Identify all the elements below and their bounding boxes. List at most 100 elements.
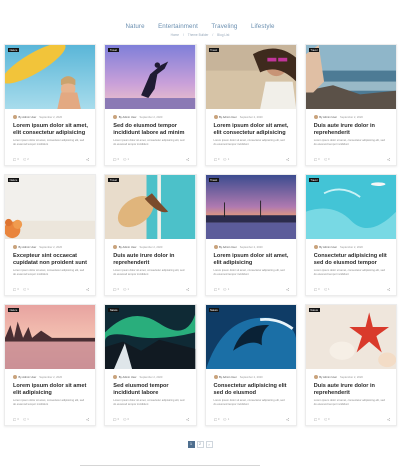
next-page-button[interactable]: ›	[205, 441, 213, 448]
category-tag[interactable]: Nature	[308, 308, 320, 313]
share-icon[interactable]	[386, 287, 390, 292]
author-name[interactable]: By Admin User	[119, 376, 137, 379]
post-thumbnail[interactable]	[105, 175, 196, 239]
category-tag[interactable]: Travel	[308, 178, 320, 183]
page-1-button[interactable]: 1	[187, 441, 195, 448]
post-title[interactable]: Consectetur adipisicing elit sed do eius…	[314, 253, 390, 268]
share-icon[interactable]	[286, 417, 290, 422]
comment-count[interactable]: 0	[13, 288, 19, 292]
category-tag[interactable]: Nature	[8, 308, 19, 313]
post-card[interactable]: Travel By Admin User September 2, 2020 Lore…	[204, 44, 297, 166]
comment-count[interactable]: 0	[213, 418, 219, 422]
comment-count[interactable]: 0	[313, 288, 320, 292]
share-icon[interactable]	[186, 417, 190, 422]
category-tag[interactable]: Nature	[8, 178, 19, 183]
share-icon[interactable]	[286, 157, 290, 162]
category-tag[interactable]: Travel	[108, 178, 119, 183]
post-thumbnail[interactable]	[105, 305, 196, 369]
post-title[interactable]: Lorem ipsum dolor sit amet, elit adipisi…	[214, 253, 290, 268]
post-title[interactable]: Lorem ipsum dolor sit amet, elit consect…	[13, 123, 89, 138]
nav-item-entertainment[interactable]: Entertainment	[158, 23, 198, 30]
like-count[interactable]: 1	[223, 418, 229, 422]
post-title[interactable]: Lorem ipsum dolor sit amet elit adipisic…	[13, 383, 89, 398]
post-title[interactable]: Duis aute irure dolor in reprehenderit	[314, 383, 390, 398]
like-count[interactable]: 1	[22, 288, 29, 292]
comment-count[interactable]: 0	[213, 158, 219, 162]
author-name[interactable]: By Admin User	[319, 246, 337, 249]
share-icon[interactable]	[86, 157, 89, 162]
post-thumbnail[interactable]	[5, 175, 96, 239]
comment-count[interactable]: 0	[313, 418, 320, 422]
comment-count[interactable]: 0	[13, 158, 19, 162]
share-icon[interactable]	[386, 417, 390, 422]
post-card[interactable]: Travel By Admin User September 2, 2020 Sed …	[104, 44, 197, 166]
post-card[interactable]: Travel By Admin User September 2, 2020 Cons…	[304, 174, 397, 296]
comment-count[interactable]: 0	[13, 418, 19, 422]
post-thumbnail[interactable]	[5, 305, 96, 369]
category-tag[interactable]: Travel	[208, 48, 219, 53]
post-title[interactable]: Excepteur sint occaecat cupidatat non pr…	[13, 253, 89, 268]
like-count[interactable]: 1	[223, 288, 229, 292]
like-count[interactable]: 0	[323, 418, 330, 422]
comment-count[interactable]: 0	[213, 288, 219, 292]
category-tag[interactable]: Nature	[8, 48, 19, 53]
post-card[interactable]: Travel By Admin User September 2, 2020 Lore…	[204, 174, 297, 296]
post-card[interactable]: Nature By Admin User September 2, 2020 Duis…	[304, 304, 397, 426]
author-name[interactable]: By Admin User	[119, 246, 137, 249]
author-name[interactable]: By Admin User	[119, 116, 137, 119]
nav-item-lifestyle[interactable]: Lifestyle	[251, 23, 275, 30]
category-tag[interactable]: Travel	[208, 178, 219, 183]
post-thumbnail[interactable]	[5, 45, 96, 109]
like-count[interactable]: 1	[223, 158, 229, 162]
like-count[interactable]: 1	[123, 288, 129, 292]
comment-count[interactable]: 0	[313, 158, 320, 162]
share-icon[interactable]	[286, 287, 290, 292]
share-icon[interactable]	[186, 287, 190, 292]
post-card[interactable]: Nature By Admin User September 2, 2020 Lore…	[4, 304, 97, 426]
author-name[interactable]: By Admin User	[19, 246, 37, 249]
share-icon[interactable]	[86, 287, 89, 292]
post-thumbnail[interactable]	[305, 305, 396, 369]
author-name[interactable]: By Admin User	[19, 376, 37, 379]
like-count[interactable]: 0	[123, 418, 129, 422]
post-thumbnail[interactable]	[305, 45, 396, 109]
like-count[interactable]: 2	[22, 158, 29, 162]
post-title[interactable]: Sed do eiusmod tempor incididunt labore …	[113, 123, 189, 138]
category-tag[interactable]: Nature	[108, 308, 120, 313]
comment-count[interactable]: 0	[113, 418, 119, 422]
post-thumbnail[interactable]	[205, 305, 296, 369]
post-title[interactable]: Duis aute irure dolor in reprehenderit	[314, 123, 390, 138]
post-title[interactable]: Sed eiusmod tempor incididunt labore	[113, 383, 189, 398]
post-card[interactable]: Nature By Admin User September 2, 2020 Cons…	[204, 304, 297, 426]
post-thumbnail[interactable]	[205, 175, 296, 239]
share-icon[interactable]	[86, 417, 89, 422]
comment-count[interactable]: 0	[113, 288, 119, 292]
like-count[interactable]: 0	[323, 158, 330, 162]
like-count[interactable]: 1	[22, 418, 29, 422]
page-2-button[interactable]: 2	[196, 441, 204, 448]
author-name[interactable]: By Admin User	[319, 116, 337, 119]
breadcrumb-home[interactable]: Home	[171, 33, 180, 37]
post-thumbnail[interactable]	[105, 45, 196, 109]
post-card[interactable]: Nature By Admin User September 2, 2020 Sed …	[104, 304, 197, 426]
author-name[interactable]: By Admin User	[319, 376, 337, 379]
like-count[interactable]: 1	[323, 288, 330, 292]
author-name[interactable]: By Admin User	[19, 116, 37, 119]
nav-item-nature[interactable]: Nature	[125, 23, 144, 30]
category-tag[interactable]: Nature	[208, 308, 220, 313]
post-card[interactable]: Nature By Admin User September 2, 2020 Lore…	[4, 44, 97, 166]
post-card[interactable]: Nature By Admin User September 2, 2020 Exce…	[4, 174, 97, 296]
category-tag[interactable]: Travel	[308, 48, 320, 53]
category-tag[interactable]: Travel	[108, 48, 119, 53]
nav-item-traveling[interactable]: Traveling	[211, 23, 237, 30]
author-name[interactable]: By Admin User	[219, 246, 237, 249]
post-thumbnail[interactable]	[305, 175, 396, 239]
share-icon[interactable]	[386, 157, 390, 162]
author-name[interactable]: By Admin User	[219, 376, 237, 379]
post-card[interactable]: Travel By Admin User September 2, 2020 Duis…	[104, 174, 197, 296]
author-name[interactable]: By Admin User	[219, 116, 237, 119]
share-icon[interactable]	[186, 157, 190, 162]
comment-count[interactable]: 0	[113, 158, 119, 162]
post-title[interactable]: Lorem ipsum dolor sit amet, elit consect…	[214, 123, 290, 138]
breadcrumb-theme-builder[interactable]: Theme Builder	[188, 33, 209, 37]
